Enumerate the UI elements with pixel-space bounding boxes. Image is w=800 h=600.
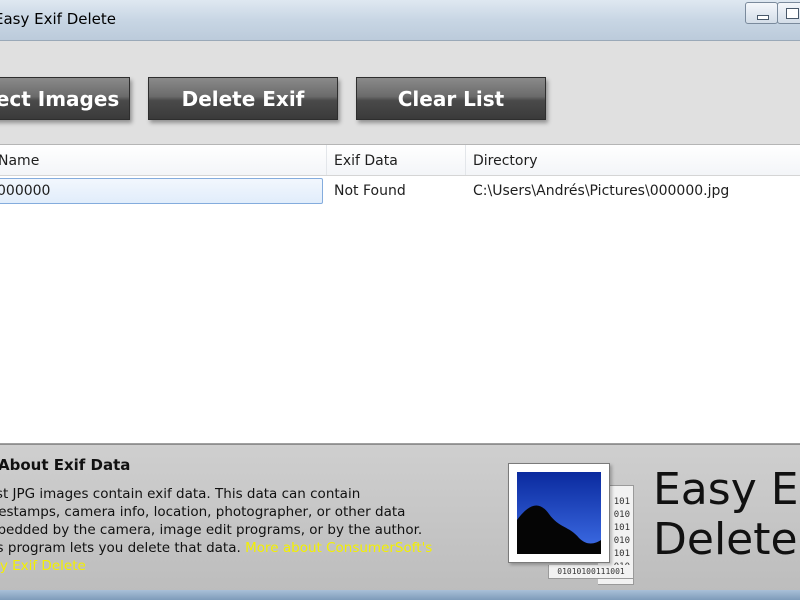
maximize-icon [786,8,799,19]
logo-binary-column-text: 101 010 101 010 101 010 [613,497,630,572]
window-bottom-border [0,590,800,600]
delete-exif-button[interactable]: Delete Exif [148,77,338,120]
logo-image-icon [508,463,610,563]
clear-list-button[interactable]: Clear List [356,77,546,120]
app-window: Easy Exif Delete Select Images Delete Ex… [0,0,800,600]
minimize-button[interactable] [745,2,778,24]
column-header-name[interactable]: Name [0,145,327,175]
row-exif-data-cell: Not Found [334,183,406,199]
window-title: Easy Exif Delete [0,10,116,28]
logo-title: Easy Exif Delete [653,464,800,565]
select-images-button[interactable]: Select Images [0,77,130,120]
photo-landscape-icon [517,472,601,554]
list-header: Name Exif Data Directory [0,145,800,176]
row-name-cell[interactable]: 000000 [0,178,323,204]
logo-binary-line: 01010100111001 [548,565,634,579]
list-row[interactable]: 000000 Not Found C:\Users\Andrés\Picture… [0,178,800,204]
info-heading: About Exif Data [0,456,131,474]
image-list[interactable]: Name Exif Data Directory 000000 Not Foun… [0,145,800,444]
minimize-icon [757,15,769,20]
info-panel: About Exif Data Most JPG images contain … [0,444,800,591]
info-description: Most JPG images contain exif data. This … [0,485,436,575]
column-header-directory[interactable]: Directory [466,145,800,175]
row-directory-cell: C:\Users\Andrés\Pictures\000000.jpg [473,183,730,199]
title-bar[interactable]: Easy Exif Delete [0,0,800,41]
maximize-button[interactable] [777,2,800,24]
column-header-exif-data[interactable]: Exif Data [327,145,466,175]
toolbar: Select Images Delete Exif Clear List [0,41,800,145]
